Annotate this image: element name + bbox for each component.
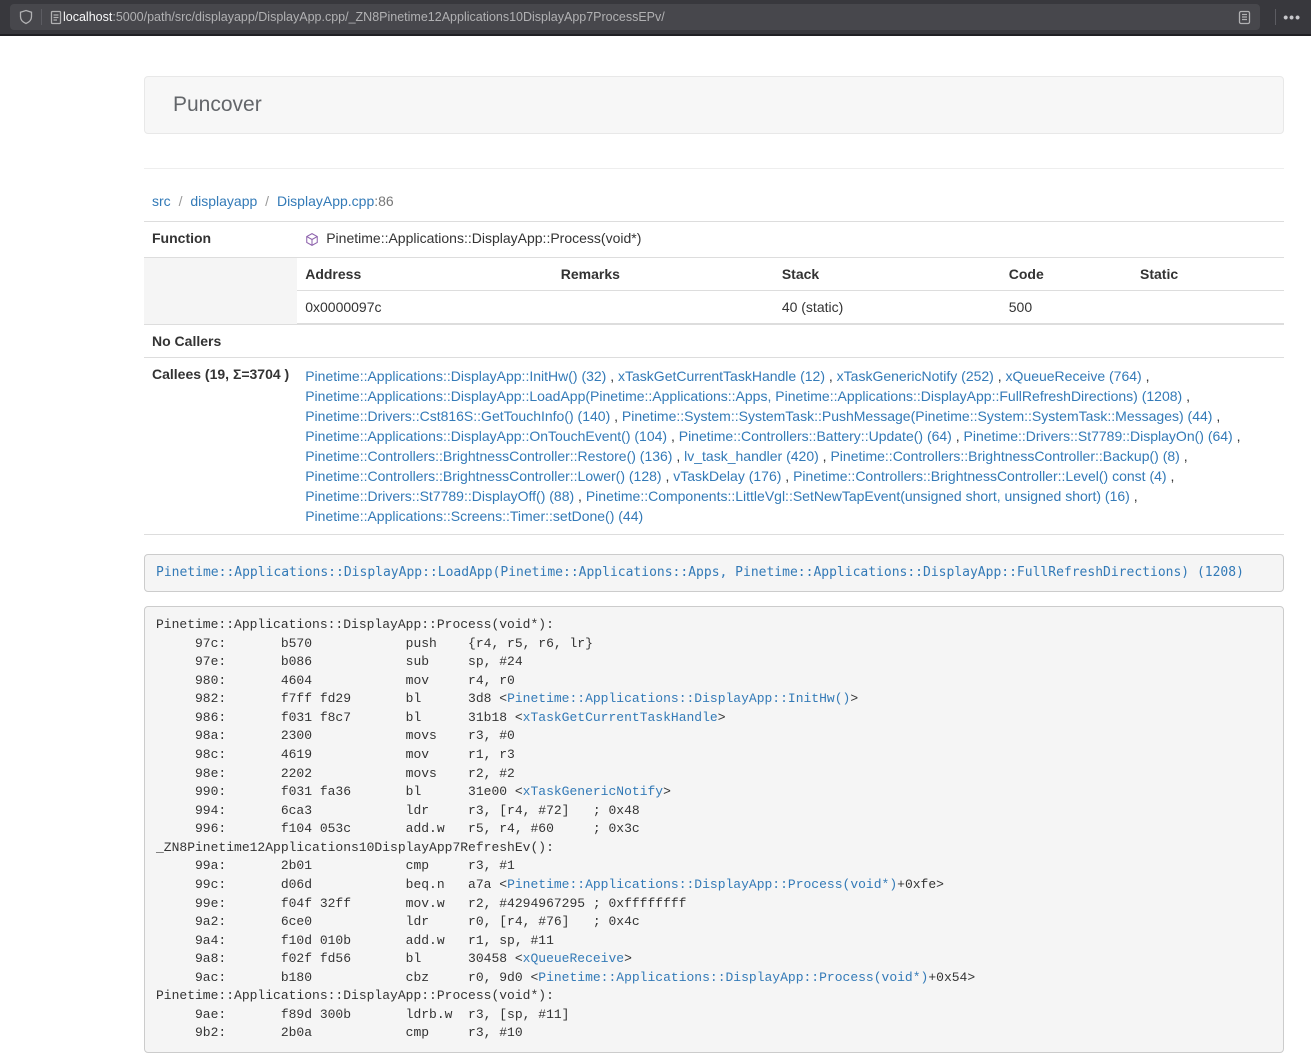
code-symbol-link[interactable]: Pinetime::Applications::DisplayApp::Init…	[507, 691, 850, 706]
callee-link[interactable]: Pinetime::Controllers::BrightnessControl…	[793, 468, 1166, 484]
callees-list: Pinetime::Applications::DisplayApp::Init…	[297, 357, 1284, 534]
callee-separator: ,	[610, 408, 622, 424]
callees-label: Callees (19, Σ=3704 )	[144, 357, 297, 534]
callees-row: Callees (19, Σ=3704 ) Pinetime::Applicat…	[144, 357, 1284, 534]
more-options-icon[interactable]: •••	[1283, 9, 1301, 25]
code-symbol-link[interactable]: Pinetime::Applications::DisplayApp::Proc…	[538, 970, 928, 985]
callee-link[interactable]: Pinetime::Applications::DisplayApp::OnTo…	[305, 428, 667, 444]
disassembly-code: Pinetime::Applications::DisplayApp::Proc…	[156, 617, 975, 1040]
callee-link[interactable]: Pinetime::Controllers::Battery::Update()…	[679, 428, 952, 444]
urlbar-divider	[41, 9, 42, 25]
breadcrumb-separator: /	[261, 193, 273, 209]
callee-link[interactable]: xTaskGenericNotify (252)	[837, 368, 994, 384]
breadcrumb-separator: /	[175, 193, 187, 209]
divider	[144, 168, 1284, 169]
address-table-header: Address Remarks Stack Code Static	[297, 258, 1284, 291]
callee-link[interactable]: Pinetime::Applications::Screens::Timer::…	[305, 508, 643, 524]
callee-link[interactable]: Pinetime::Applications::DisplayApp::Init…	[305, 368, 606, 384]
static-value	[1132, 290, 1284, 323]
callee-separator: ,	[1130, 488, 1138, 504]
col-stack: Stack	[774, 258, 1001, 291]
function-details-spacer	[144, 257, 297, 324]
code-symbol-link[interactable]: xQueueReceive	[523, 951, 624, 966]
callee-link[interactable]: xTaskGetCurrentTaskHandle (12)	[618, 368, 825, 384]
callee-separator: ,	[1182, 388, 1190, 404]
toolbar-divider	[1275, 9, 1276, 25]
callee-separator: ,	[781, 468, 793, 484]
disassembly-block: Pinetime::Applications::DisplayApp::Proc…	[144, 606, 1284, 1053]
function-name: Pinetime::Applications::DisplayApp::Proc…	[326, 230, 641, 246]
stack-value: 40 (static)	[774, 290, 1001, 323]
callee-separator: ,	[1142, 368, 1150, 384]
function-label: Function	[144, 222, 297, 258]
callee-link[interactable]: Pinetime::Controllers::BrightnessControl…	[830, 448, 1179, 464]
remarks-value	[553, 290, 774, 323]
breadcrumb-link-file[interactable]: DisplayApp.cpp	[277, 193, 374, 209]
callee-separator: ,	[1233, 428, 1241, 444]
reader-view-icon[interactable]	[1237, 10, 1252, 25]
code-size-value: 500	[1001, 290, 1132, 323]
url-text[interactable]: localhost:5000/path/src/displayapp/Displ…	[63, 10, 1237, 24]
breadcrumb: src / displayapp / DisplayApp.cpp:86	[152, 193, 1284, 209]
app-title: Puncover	[173, 93, 1255, 117]
callee-separator: ,	[574, 488, 586, 504]
callee-link[interactable]: vTaskDelay (176)	[673, 468, 781, 484]
no-callers-cell	[297, 324, 1284, 357]
callee-separator: ,	[825, 368, 837, 384]
url-bar[interactable]: localhost:5000/path/src/displayapp/Displ…	[10, 4, 1260, 30]
address-value: 0x0000097c	[297, 290, 553, 323]
callee-link[interactable]: xQueueReceive (764)	[1006, 368, 1142, 384]
address-table-row: 0x0000097c 40 (static) 500	[297, 290, 1284, 323]
shield-icon[interactable]	[18, 9, 34, 25]
callee-separator: ,	[672, 448, 684, 464]
callee-link[interactable]: Pinetime::Drivers::Cst816S::GetTouchInfo…	[305, 408, 610, 424]
function-row: Function Pinetime::Applications::Display…	[144, 222, 1284, 258]
page-container: Puncover src / displayapp / DisplayApp.c…	[144, 36, 1284, 1053]
callee-separator: ,	[1180, 448, 1188, 464]
breadcrumb-line-number: :86	[374, 193, 393, 209]
callee-separator: ,	[606, 368, 618, 384]
callee-separator: ,	[1167, 468, 1175, 484]
callee-link[interactable]: Pinetime::Components::LittleVgl::SetNewT…	[586, 488, 1130, 504]
no-callers-row: No Callers	[144, 324, 1284, 357]
url-host: localhost	[63, 10, 112, 24]
page-icon[interactable]	[49, 10, 63, 25]
browser-toolbar: localhost:5000/path/src/displayapp/Displ…	[0, 0, 1311, 36]
highlighted-callee-link[interactable]: Pinetime::Applications::DisplayApp::Load…	[156, 565, 1244, 580]
callee-link[interactable]: lv_task_handler (420)	[684, 448, 819, 464]
code-symbol-link[interactable]: xTaskGenericNotify	[523, 784, 663, 799]
address-table: Address Remarks Stack Code Static 0x0000…	[297, 258, 1284, 324]
callee-separator: ,	[819, 448, 831, 464]
callee-link[interactable]: Pinetime::Controllers::BrightnessControl…	[305, 448, 672, 464]
function-details-row: Address Remarks Stack Code Static 0x0000…	[144, 257, 1284, 324]
code-symbol-link[interactable]: Pinetime::Applications::DisplayApp::Proc…	[507, 877, 897, 892]
callee-link[interactable]: Pinetime::System::SystemTask::PushMessag…	[622, 408, 1213, 424]
callee-separator: ,	[662, 468, 674, 484]
callee-separator: ,	[1212, 408, 1220, 424]
app-header-panel: Puncover	[144, 76, 1284, 134]
package-icon	[305, 232, 319, 247]
no-callers-label: No Callers	[144, 324, 297, 357]
callee-link[interactable]: Pinetime::Drivers::St7789::DisplayOn() (…	[964, 428, 1233, 444]
url-path: :5000/path/src/displayapp/DisplayApp.cpp…	[112, 10, 664, 24]
breadcrumb-link-displayapp[interactable]: displayapp	[190, 193, 257, 209]
callee-link[interactable]: Pinetime::Drivers::St7789::DisplayOff() …	[305, 488, 574, 504]
callee-separator: ,	[667, 428, 679, 444]
symbol-table: Function Pinetime::Applications::Display…	[144, 221, 1284, 535]
callee-link[interactable]: Pinetime::Applications::DisplayApp::Load…	[305, 388, 1182, 404]
col-remarks: Remarks	[553, 258, 774, 291]
highlighted-callee-box: Pinetime::Applications::DisplayApp::Load…	[144, 554, 1284, 593]
callee-separator: ,	[952, 428, 964, 444]
breadcrumb-link-src[interactable]: src	[152, 193, 171, 209]
callee-link[interactable]: Pinetime::Controllers::BrightnessControl…	[305, 468, 661, 484]
code-symbol-link[interactable]: xTaskGetCurrentTaskHandle	[523, 710, 718, 725]
function-name-wrap: Pinetime::Applications::DisplayApp::Proc…	[305, 230, 641, 246]
col-static: Static	[1132, 258, 1284, 291]
col-address: Address	[297, 258, 553, 291]
callee-separator: ,	[994, 368, 1006, 384]
col-code: Code	[1001, 258, 1132, 291]
